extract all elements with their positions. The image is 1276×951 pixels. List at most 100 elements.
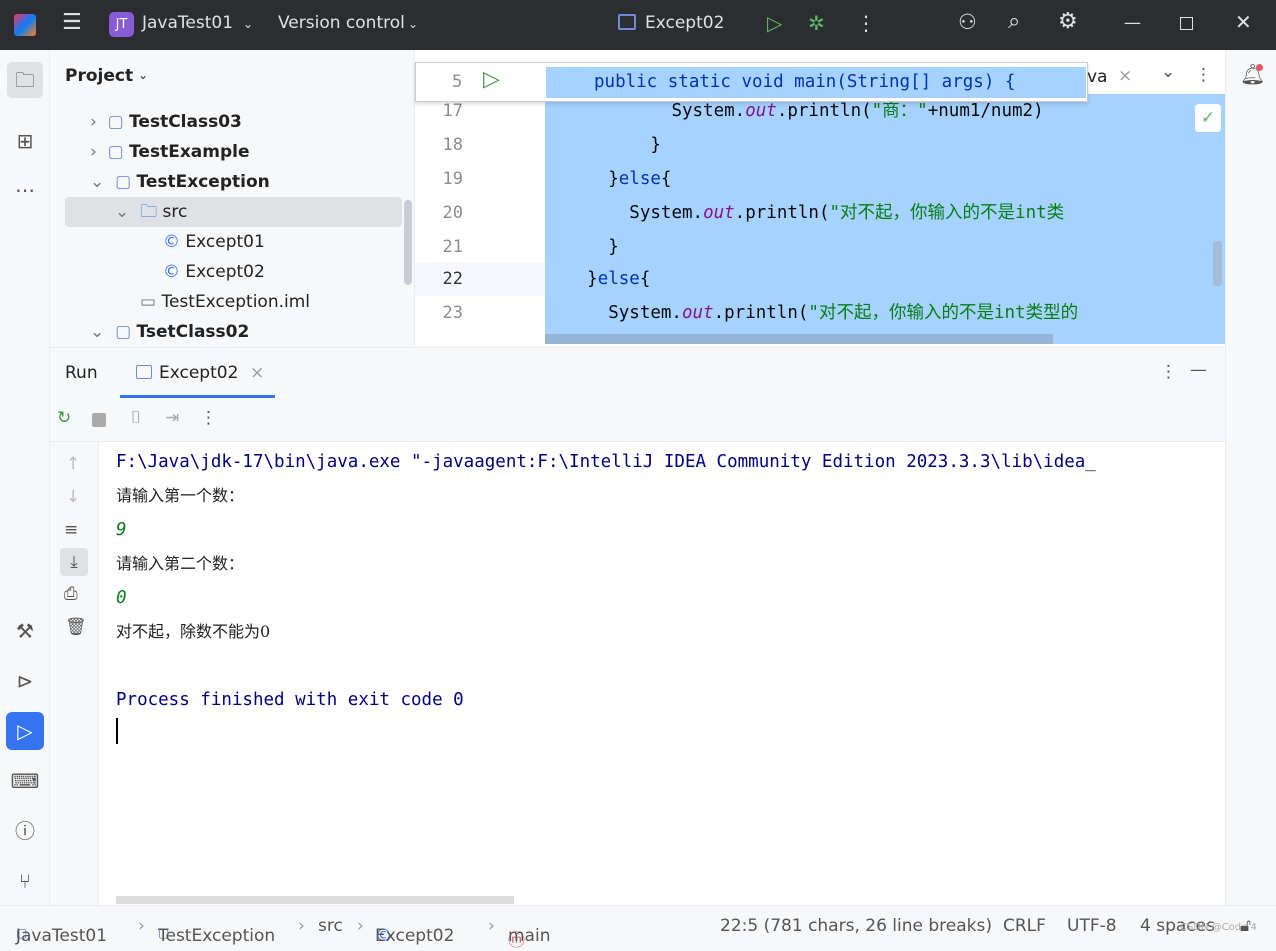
editor-hscrollbar[interactable] xyxy=(545,334,1053,344)
sticky-line[interactable]: 5 ▷ public static void main(String[] arg… xyxy=(415,62,1088,102)
close-tab-icon[interactable]: × xyxy=(1118,66,1132,86)
up-arrow-icon[interactable]: ↑ xyxy=(66,454,80,474)
tree-item-testexception[interactable]: ⌄ ▢ TestException xyxy=(90,167,270,197)
code-line-23: System.out.println("对不起，你输入的不是int类型的 xyxy=(608,303,1079,323)
run-tool-icon[interactable]: ▷ xyxy=(6,712,44,750)
settings-icon[interactable]: ⚙ xyxy=(1058,9,1078,34)
chevron-down-icon[interactable]: ⌄ xyxy=(90,322,104,342)
run-config-icon xyxy=(618,14,636,30)
more-icon[interactable]: ⋮ xyxy=(200,408,217,428)
chevron-right-icon[interactable]: › xyxy=(90,112,97,132)
class-icon: © xyxy=(163,262,180,282)
chevron-down-icon[interactable]: ⌄ xyxy=(90,172,104,192)
file-encoding[interactable]: UTF-8 xyxy=(1067,916,1117,936)
breadcrumb-src[interactable]: src xyxy=(318,916,343,936)
build-tool-icon[interactable]: ⚒ xyxy=(10,616,40,646)
line-number: 21 xyxy=(442,237,463,257)
tree-item-tsetclass02[interactable]: ⌄ ▢ TsetClass02 xyxy=(90,317,249,347)
project-scrollbar[interactable] xyxy=(404,200,412,285)
inspection-ok-icon[interactable]: ✓ xyxy=(1195,104,1221,132)
tree-item-testexample[interactable]: › ▢ TestExample xyxy=(90,137,250,167)
tree-item-except02[interactable]: © Except02 xyxy=(163,257,265,287)
run-config-selector[interactable]: Except02 xyxy=(645,13,724,33)
source-folder-icon: 🗀 xyxy=(140,202,158,222)
main-menu-icon[interactable]: ☰ xyxy=(62,10,82,35)
project-panel: Project ⌄ › ▢ TestClass03 › ▢ TestExampl… xyxy=(50,50,415,347)
text-cursor xyxy=(116,718,118,744)
editor-more-icon[interactable]: ⋮ xyxy=(1195,65,1212,85)
run-icon[interactable]: ▷ xyxy=(767,11,782,35)
project-badge: JT xyxy=(109,12,134,37)
run-gutter-icon[interactable]: ▷ xyxy=(483,67,500,92)
chevron-down-icon[interactable]: ⌄ xyxy=(115,202,129,222)
tree-label: TestException xyxy=(136,172,270,192)
editor-vscrollbar[interactable] xyxy=(1213,241,1222,286)
caret-position[interactable]: 22:5 (781 chars, 26 line breaks) xyxy=(720,916,992,936)
tree-label: Except02 xyxy=(185,262,265,282)
structure-tool-icon[interactable]: ⊞ xyxy=(10,126,40,156)
screenshot-icon[interactable]: ⌷ xyxy=(131,408,141,428)
rerun-icon[interactable]: ↻ xyxy=(57,408,71,428)
tree-item-iml[interactable]: ▭ TestException.iml xyxy=(140,287,310,317)
notification-badge xyxy=(1256,64,1263,71)
tree-label: TestClass03 xyxy=(129,112,242,132)
chevron-down-icon[interactable]: ⌄ xyxy=(138,68,148,82)
problems-tool-icon[interactable]: ⓘ xyxy=(10,816,40,846)
module-folder-icon: ▢ xyxy=(115,322,132,342)
project-tool-icon[interactable]: 🗀 xyxy=(7,62,43,98)
add-user-icon[interactable]: ⚇ xyxy=(958,10,977,34)
tree-item-except01[interactable]: © Except01 xyxy=(163,227,265,257)
run-panel-title: Run xyxy=(65,363,98,383)
exit-icon[interactable]: ⇥ xyxy=(165,408,179,428)
terminal-tool-icon[interactable]: ⌨ xyxy=(10,766,40,796)
soft-wrap-icon[interactable]: ≡ xyxy=(64,520,78,540)
git-tool-icon[interactable]: ⑂ xyxy=(10,866,40,896)
stop-icon[interactable] xyxy=(92,413,106,427)
down-arrow-icon[interactable]: ↓ xyxy=(66,487,80,507)
console-hscrollbar[interactable] xyxy=(116,896,514,904)
console-line: 请输入第一个数： xyxy=(116,486,245,505)
more-icon[interactable]: ⋮ xyxy=(856,11,876,35)
module-folder-icon: ▢ xyxy=(107,142,124,162)
more-tools-icon[interactable]: ⋯ xyxy=(10,175,40,205)
iml-file-icon: ▭ xyxy=(140,292,157,312)
project-selector[interactable]: JavaTest01 xyxy=(142,13,233,33)
tree-item-src[interactable]: ⌄ 🗀 src xyxy=(115,197,187,227)
code-line-21: } xyxy=(608,237,619,257)
scroll-to-end-icon[interactable]: ⤓ xyxy=(60,548,88,576)
vcs-menu[interactable]: Version control xyxy=(278,13,405,33)
run-panel: Run Except02 × ⋮ — ↻ ⌷ ⇥ ⋮ ↑ ↓ ≡ ⤓ ⎙ 🗑︎ … xyxy=(50,347,1225,906)
hide-panel-icon[interactable]: — xyxy=(1190,360,1207,380)
status-bar: ▢ JavaTest01 › ▢ TestException › src › ©… xyxy=(0,905,1276,951)
debug-icon[interactable]: ✲ xyxy=(808,11,825,35)
close-tab-icon[interactable]: × xyxy=(250,363,264,383)
breadcrumb-separator: › xyxy=(298,916,305,936)
chevron-right-icon[interactable]: › xyxy=(90,142,97,162)
tree-label: TestExample xyxy=(129,142,250,162)
line-separator[interactable]: CRLF xyxy=(1003,916,1046,936)
module-folder-icon: ▢ xyxy=(115,172,132,192)
run-tab-except02[interactable]: Except02 xyxy=(159,363,238,383)
console-input: 9 xyxy=(116,520,127,540)
line-number: 19 xyxy=(442,169,463,189)
tree-item-testclass03[interactable]: › ▢ TestClass03 xyxy=(90,107,242,137)
breadcrumb-separator: › xyxy=(488,916,495,936)
title-bar: ☰ JT JavaTest01 ⌄ Version control ⌄ Exce… xyxy=(0,0,1276,50)
tabs-dropdown-icon[interactable]: ⌄ xyxy=(1161,62,1175,82)
trash-icon[interactable]: 🗑︎ xyxy=(65,617,87,637)
services-tool-icon[interactable]: ⊳ xyxy=(10,666,40,696)
code-line-20: System.out.println("对不起，你输入的不是int类 xyxy=(629,203,1065,223)
project-panel-title[interactable]: Project xyxy=(65,66,133,86)
close-button[interactable]: ✕ xyxy=(1235,10,1252,34)
print-icon[interactable]: ⎙ xyxy=(64,584,78,604)
maximize-button[interactable] xyxy=(1180,17,1193,30)
console-input: 0 xyxy=(116,588,127,608)
lock-icon[interactable]: 🔓︎ xyxy=(1240,916,1251,936)
sticky-code: public static void main(String[] args) { xyxy=(546,67,1086,98)
minimize-button[interactable]: — xyxy=(1124,13,1141,33)
app-logo-icon xyxy=(14,14,36,36)
line-number: 5 xyxy=(452,72,463,92)
editor-tab-fragment[interactable]: va xyxy=(1087,67,1107,87)
run-panel-more-icon[interactable]: ⋮ xyxy=(1160,362,1177,382)
search-icon[interactable]: ⌕ xyxy=(1008,9,1020,34)
